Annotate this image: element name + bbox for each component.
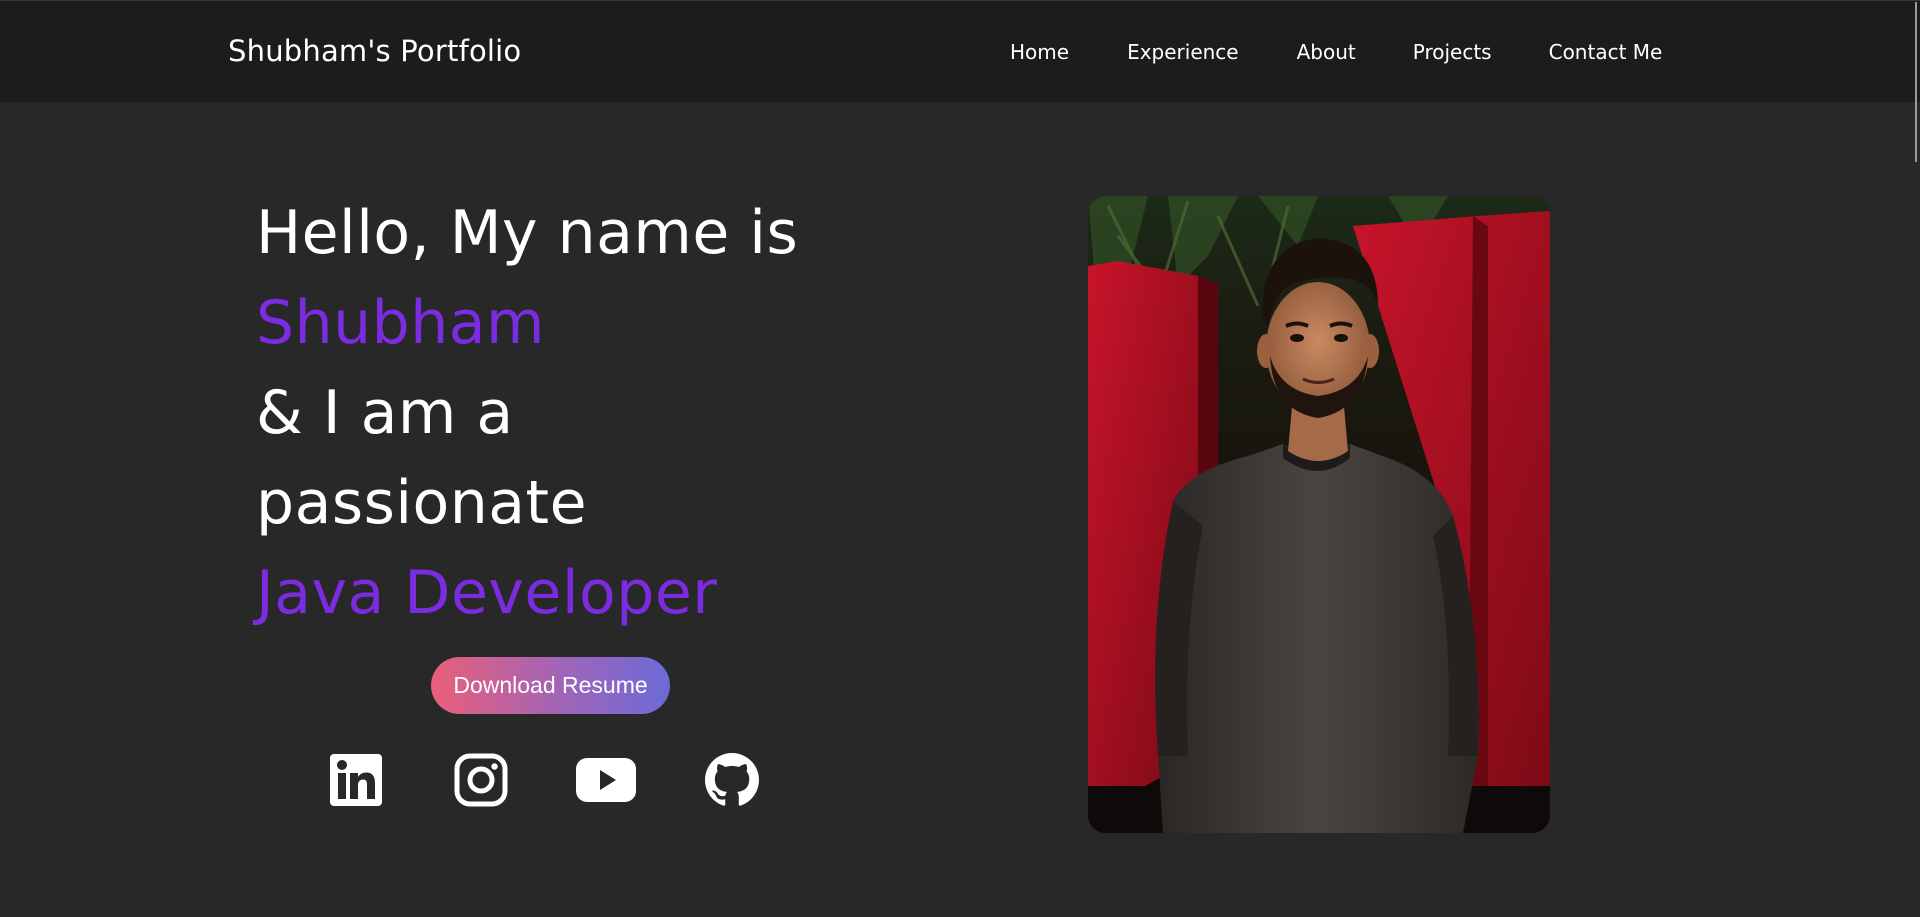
linkedin-icon — [328, 752, 384, 812]
site-brand[interactable]: Shubham's Portfolio — [228, 34, 521, 68]
youtube-link[interactable] — [576, 752, 636, 812]
profile-photo — [1088, 196, 1550, 833]
linkedin-link[interactable] — [326, 752, 386, 812]
hero-name: Shubham — [256, 288, 545, 358]
youtube-icon — [575, 757, 637, 807]
hero-intro: & I am a — [256, 378, 514, 448]
hero-greeting: Hello, My name is — [256, 198, 799, 268]
hero-role: Java Developer — [256, 558, 718, 628]
nav-projects[interactable]: Projects — [1413, 40, 1492, 64]
nav-links: Home Experience About Projects Contact M… — [1010, 40, 1662, 64]
hero-heading: Hello, My name is Shubham & I am a passi… — [256, 188, 798, 638]
hero-passion: passionate — [256, 468, 587, 538]
download-resume-button[interactable]: Download Resume — [431, 657, 670, 714]
instagram-icon — [453, 752, 509, 812]
nav-home[interactable]: Home — [1010, 40, 1069, 64]
instagram-link[interactable] — [451, 752, 511, 812]
nav-experience[interactable]: Experience — [1127, 40, 1239, 64]
github-icon — [705, 753, 759, 811]
navbar: Shubham's Portfolio Home Experience Abou… — [0, 0, 1920, 102]
github-link[interactable] — [702, 752, 762, 812]
nav-about[interactable]: About — [1297, 40, 1356, 64]
scrollbar-thumb[interactable] — [1915, 2, 1917, 162]
nav-contact[interactable]: Contact Me — [1549, 40, 1663, 64]
